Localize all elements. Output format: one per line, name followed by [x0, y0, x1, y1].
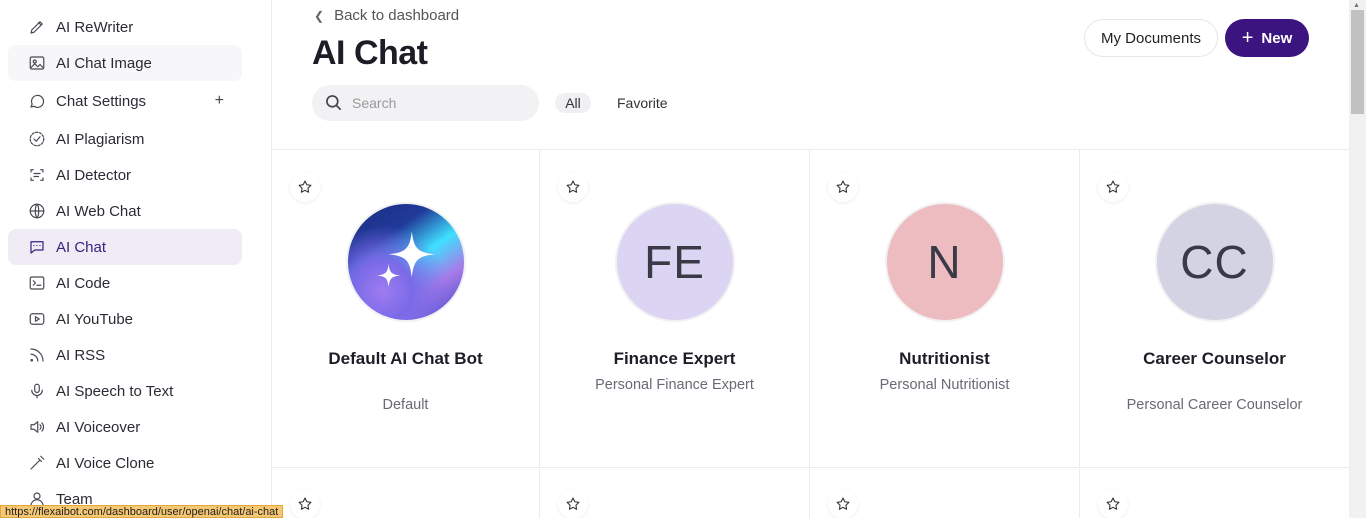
avatar: CC	[1154, 202, 1275, 322]
chevron-left-icon: ❮	[314, 8, 325, 23]
favorite-star-button[interactable]	[828, 172, 858, 202]
terminal-icon	[28, 274, 46, 292]
favorite-star-button[interactable]	[1098, 489, 1128, 518]
sidebar-item-label: Chat Settings	[56, 92, 147, 110]
search-box[interactable]	[312, 85, 539, 121]
star-icon	[836, 497, 850, 510]
favorite-star-button[interactable]	[558, 172, 588, 202]
sparkle-icon	[376, 231, 435, 288]
vertical-scrollbar[interactable]: ▲	[1349, 0, 1366, 518]
my-documents-button[interactable]: My Documents	[1084, 19, 1219, 57]
sidebar-item-ai-chat[interactable]: AI Chat	[8, 229, 242, 265]
wand-icon	[28, 454, 46, 472]
favorite-star-button[interactable]	[290, 489, 320, 518]
sidebar-item-ai-chat-image[interactable]: AI Chat Image	[8, 45, 242, 81]
sidebar-item-label: AI Chat Image	[56, 54, 152, 72]
card-name: Default AI Chat Bot	[328, 349, 483, 368]
sidebar-item-ai-voice-clone[interactable]: AI Voice Clone	[8, 445, 242, 481]
page-title: AI Chat	[312, 34, 428, 72]
star-icon	[1106, 497, 1120, 510]
sidebar-item-ai-plagiarism[interactable]: AI Plagiarism	[8, 121, 242, 157]
chatbot-card[interactable]: CC Career Counselor Personal Career Coun…	[1080, 150, 1349, 468]
sidebar-item-label: AI Voiceover	[56, 418, 141, 436]
pen-icon	[28, 18, 46, 36]
chat-square-icon	[28, 238, 46, 256]
check-circle-icon	[28, 130, 46, 148]
sidebar-item-chat-settings[interactable]: Chat Settings +	[8, 83, 242, 119]
card-description: Personal Career Counselor	[1126, 397, 1303, 413]
sidebar-item-ai-voiceover[interactable]: AI Voiceover	[8, 409, 242, 445]
favorite-star-button[interactable]	[290, 172, 320, 202]
star-icon	[298, 497, 312, 510]
avatar	[345, 202, 466, 322]
chat-bubble-icon	[28, 92, 46, 110]
sidebar-item-ai-youtube[interactable]: AI YouTube	[8, 301, 242, 337]
sidebar-item-ai-rewriter[interactable]: AI ReWriter	[8, 9, 242, 45]
rss-icon	[28, 346, 46, 364]
search-input[interactable]	[352, 95, 522, 111]
chatbot-card[interactable]: FE Finance Expert Personal Finance Exper…	[540, 150, 810, 468]
new-button-label: New	[1261, 29, 1293, 47]
back-label: Back to dashboard	[334, 7, 460, 24]
sidebar-item-label: AI ReWriter	[56, 18, 134, 36]
sidebar: AI ReWriter AI Chat Image Chat Settings …	[0, 0, 272, 518]
chatbot-card[interactable]	[810, 469, 1080, 518]
search-icon	[326, 95, 342, 111]
image-icon	[28, 54, 46, 72]
scroll-up-arrow-icon[interactable]: ▲	[1353, 2, 1360, 9]
add-chat-setting-button[interactable]: +	[215, 92, 224, 110]
chatbot-card[interactable]	[1080, 469, 1349, 518]
star-icon	[836, 180, 850, 193]
filter-all[interactable]: All	[555, 93, 591, 113]
card-name: Finance Expert	[613, 349, 736, 368]
new-button[interactable]: + New	[1225, 19, 1309, 57]
scan-icon	[28, 166, 46, 184]
chatbot-card[interactable]	[272, 469, 540, 518]
star-icon	[566, 180, 580, 193]
sidebar-item-label: AI Code	[56, 274, 111, 292]
card-description: Default	[382, 397, 429, 413]
back-to-dashboard-link[interactable]: ❮ Back to dashboard	[314, 7, 459, 24]
card-name: Career Counselor	[1143, 349, 1286, 368]
app-root: AI ReWriter AI Chat Image Chat Settings …	[0, 0, 1366, 518]
plus-icon: +	[1241, 27, 1254, 49]
chatbot-card[interactable]: N Nutritionist Personal Nutritionist	[810, 150, 1080, 468]
globe-icon	[28, 202, 46, 220]
sidebar-item-label: AI Speech to Text	[56, 382, 174, 400]
sidebar-item-label: AI Voice Clone	[56, 454, 155, 472]
chatbot-card[interactable]	[540, 469, 810, 518]
card-name: Nutritionist	[899, 349, 990, 368]
filter-favorite[interactable]: Favorite	[617, 93, 668, 113]
sidebar-item-label: AI YouTube	[56, 310, 134, 328]
favorite-star-button[interactable]	[558, 489, 588, 518]
main-content: ❮ Back to dashboard AI Chat My Documents…	[272, 0, 1349, 518]
sidebar-item-ai-rss[interactable]: AI RSS	[8, 337, 242, 373]
star-icon	[1106, 180, 1120, 193]
sidebar-item-label: AI Detector	[56, 166, 132, 184]
sidebar-item-label: AI Plagiarism	[56, 130, 145, 148]
avatar: N	[884, 202, 1005, 322]
star-icon	[298, 180, 312, 193]
sidebar-item-label: AI Web Chat	[56, 202, 141, 220]
avatar: FE	[614, 202, 735, 322]
status-bar-url: https://flexaibot.com/dashboard/user/ope…	[0, 505, 284, 518]
favorite-star-button[interactable]	[1098, 172, 1128, 202]
sidebar-item-label: AI Chat	[56, 238, 107, 256]
sidebar-item-label: AI RSS	[56, 346, 106, 364]
play-icon	[28, 310, 46, 328]
scrollbar-thumb[interactable]	[1351, 10, 1364, 114]
sidebar-item-ai-detector[interactable]: AI Detector	[8, 157, 242, 193]
sidebar-item-ai-speech-to-text[interactable]: AI Speech to Text	[8, 373, 242, 409]
speaker-icon	[28, 418, 46, 436]
chatbot-card[interactable]: Default AI Chat Bot Default	[272, 150, 540, 468]
microphone-icon	[28, 382, 46, 400]
favorite-star-button[interactable]	[828, 489, 858, 518]
card-description: Personal Nutritionist	[879, 377, 1010, 393]
star-icon	[566, 497, 580, 510]
sidebar-item-ai-web-chat[interactable]: AI Web Chat	[8, 193, 242, 229]
sidebar-item-ai-code[interactable]: AI Code	[8, 265, 242, 301]
card-description: Personal Finance Expert	[595, 377, 754, 393]
